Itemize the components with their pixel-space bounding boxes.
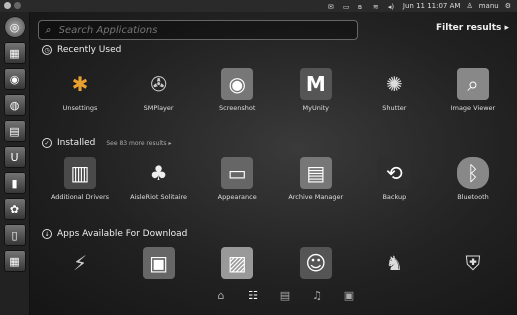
files-lens-icon[interactable]: ▤ (278, 288, 292, 302)
app-image-viewer[interactable]: ⌕ Image Viewer (437, 68, 509, 112)
app-label: SMPlayer (143, 104, 174, 112)
music-lens-icon[interactable]: ♫ (310, 288, 324, 302)
camera-icon: ◉ (221, 68, 254, 100)
download-icon: ↓ (42, 229, 52, 239)
download-header[interactable]: ↓ Apps Available For Download (42, 229, 187, 239)
dash-overlay: ⌕ Filter results ▸ ◷ Recently Used ✱ Uns… (30, 12, 517, 315)
download-app-5[interactable]: ♞ (358, 247, 430, 279)
app-screenshot[interactable]: ◉ Screenshot (201, 68, 273, 112)
launcher-firefox-icon[interactable]: ◉ (3, 68, 26, 90)
app-label: Screenshot (218, 104, 256, 112)
gear-icon[interactable]: ⚙ (505, 2, 511, 10)
photo-icon: ▨ (221, 247, 254, 279)
app-label: Shutter (382, 104, 407, 112)
app-label: Backup (382, 193, 407, 201)
app-label: Image Viewer (450, 104, 496, 112)
app-shutter[interactable]: ✺ Shutter (358, 68, 430, 112)
close-window-button[interactable] (4, 2, 11, 9)
wifi-icon[interactable]: ≋ (373, 3, 382, 11)
gear-icon: ✱ (71, 72, 89, 96)
app-smplayer[interactable]: ✇ SMPlayer (123, 68, 195, 112)
magnifier-image-icon: ⌕ (456, 68, 489, 100)
download-app-2[interactable]: ▣ (123, 247, 195, 279)
driver-board-icon: ▥ (64, 157, 96, 189)
minimize-window-button[interactable] (14, 2, 21, 9)
app-label: Bluetooth (457, 193, 489, 201)
download-app-6[interactable]: ⛨ (437, 247, 509, 279)
download-app-1[interactable]: ⚡ (44, 247, 116, 279)
archive-icon: ▤ (299, 157, 332, 189)
window-controls (4, 2, 21, 9)
satellite-icon: ⚡ (72, 251, 88, 275)
monitor-icon: ▭ (221, 157, 254, 189)
applications-lens-icon[interactable]: ☷ (246, 288, 260, 302)
download-row: ⚡ ▣ ▨ ☺ ♞ ⛨ (44, 247, 509, 279)
app-label: AisleRiot Solitaire (130, 193, 188, 201)
top-panel: ✉ ▭ ʙ ≋ ◂) Jun 11 11:07 AM ♙ manu ⚙ (0, 0, 517, 12)
clock[interactable]: Jun 11 11:07 AM (403, 2, 461, 10)
video-lens-icon[interactable]: ▣ (342, 288, 356, 302)
recently-used-header[interactable]: ◷ Recently Used (42, 45, 121, 55)
installed-row: ▥ Additional Drivers ♣ AisleRiot Solitai… (44, 157, 509, 201)
app-unsettings[interactable]: ✱ Unsettings (44, 68, 116, 112)
download-app-3[interactable]: ▨ (201, 247, 273, 279)
search-input[interactable] (56, 23, 331, 37)
box-icon: ▣ (142, 247, 175, 279)
cards-icon: ♣ (149, 161, 168, 185)
mail-icon[interactable]: ✉ (328, 3, 337, 11)
shield-icon: ⛨ (465, 251, 481, 275)
app-label: Unsettings (62, 104, 98, 112)
launcher-settings-icon[interactable]: ✿ (3, 198, 26, 220)
search-bar[interactable]: ⌕ (38, 20, 358, 40)
filter-results-button[interactable]: Filter results ▸ (436, 23, 509, 33)
user-name[interactable]: manu (479, 2, 499, 10)
checkmark-icon: ✓ (42, 138, 52, 148)
app-label: Archive Manager (288, 193, 344, 201)
lens-bar: ⌂ ☷ ▤ ♫ ▣ (214, 288, 356, 302)
launcher-ubuntu-one-icon[interactable]: U (3, 146, 26, 168)
search-icon: ⌕ (45, 24, 51, 36)
app-additional-drivers[interactable]: ▥ Additional Drivers (44, 157, 116, 201)
recently-used-row: ✱ Unsettings ✇ SMPlayer ◉ Screenshot M M… (44, 68, 509, 112)
app-label: Appearance (217, 193, 257, 201)
home-lens-icon[interactable]: ⌂ (214, 288, 228, 302)
launcher-trash-icon[interactable]: ▯ (3, 224, 26, 246)
launcher-calculator-icon[interactable]: ▦ (3, 250, 26, 272)
launcher-terminal-icon[interactable]: ▮ (3, 172, 26, 194)
installed-header[interactable]: ✓ Installed See 83 more results ▸ (42, 138, 171, 148)
launcher: ◎ ▦ ◉ ◍ ▤ U ▮ ✿ ▯ ▦ (0, 12, 30, 315)
app-aisleriot-solitaire[interactable]: ♣ AisleRiot Solitaire (123, 157, 195, 201)
shutter-icon: ✺ (385, 72, 403, 96)
app-archive-manager[interactable]: ▤ Archive Manager (280, 157, 352, 201)
user-icon[interactable]: ♙ (466, 2, 472, 10)
figure-icon: ♞ (385, 251, 404, 275)
download-title: Apps Available For Download (57, 229, 188, 239)
recently-used-title: Recently Used (57, 45, 122, 55)
app-label: Additional Drivers (50, 193, 110, 201)
dash-home-icon[interactable]: ◎ (3, 16, 26, 38)
app-myunity[interactable]: M MyUnity (280, 68, 352, 112)
app-appearance[interactable]: ▭ Appearance (201, 157, 273, 201)
bluetooth-tray-icon[interactable]: ʙ (358, 3, 367, 11)
app-backup[interactable]: ⟲ Backup (358, 157, 430, 201)
app-label: MyUnity (302, 104, 330, 112)
launcher-files-icon[interactable]: ▦ (3, 42, 26, 64)
volume-icon[interactable]: ◂) (388, 3, 397, 11)
m-logo-icon: M (299, 68, 332, 100)
installed-title: Installed (57, 138, 96, 148)
portrait-icon: ☺ (299, 247, 332, 279)
clock-icon: ◷ (42, 45, 52, 55)
battery-icon[interactable]: ▭ (343, 3, 352, 11)
launcher-writer-icon[interactable]: ▤ (3, 120, 26, 142)
download-app-4[interactable]: ☺ (280, 247, 352, 279)
app-bluetooth[interactable]: ᛒ Bluetooth (437, 157, 509, 201)
film-reel-icon: ✇ (150, 72, 167, 96)
bluetooth-icon: ᛒ (456, 157, 489, 189)
see-more-results-link[interactable]: See 83 more results ▸ (106, 140, 171, 147)
launcher-chrome-icon[interactable]: ◍ (3, 94, 26, 116)
backup-icon: ⟲ (378, 157, 411, 189)
